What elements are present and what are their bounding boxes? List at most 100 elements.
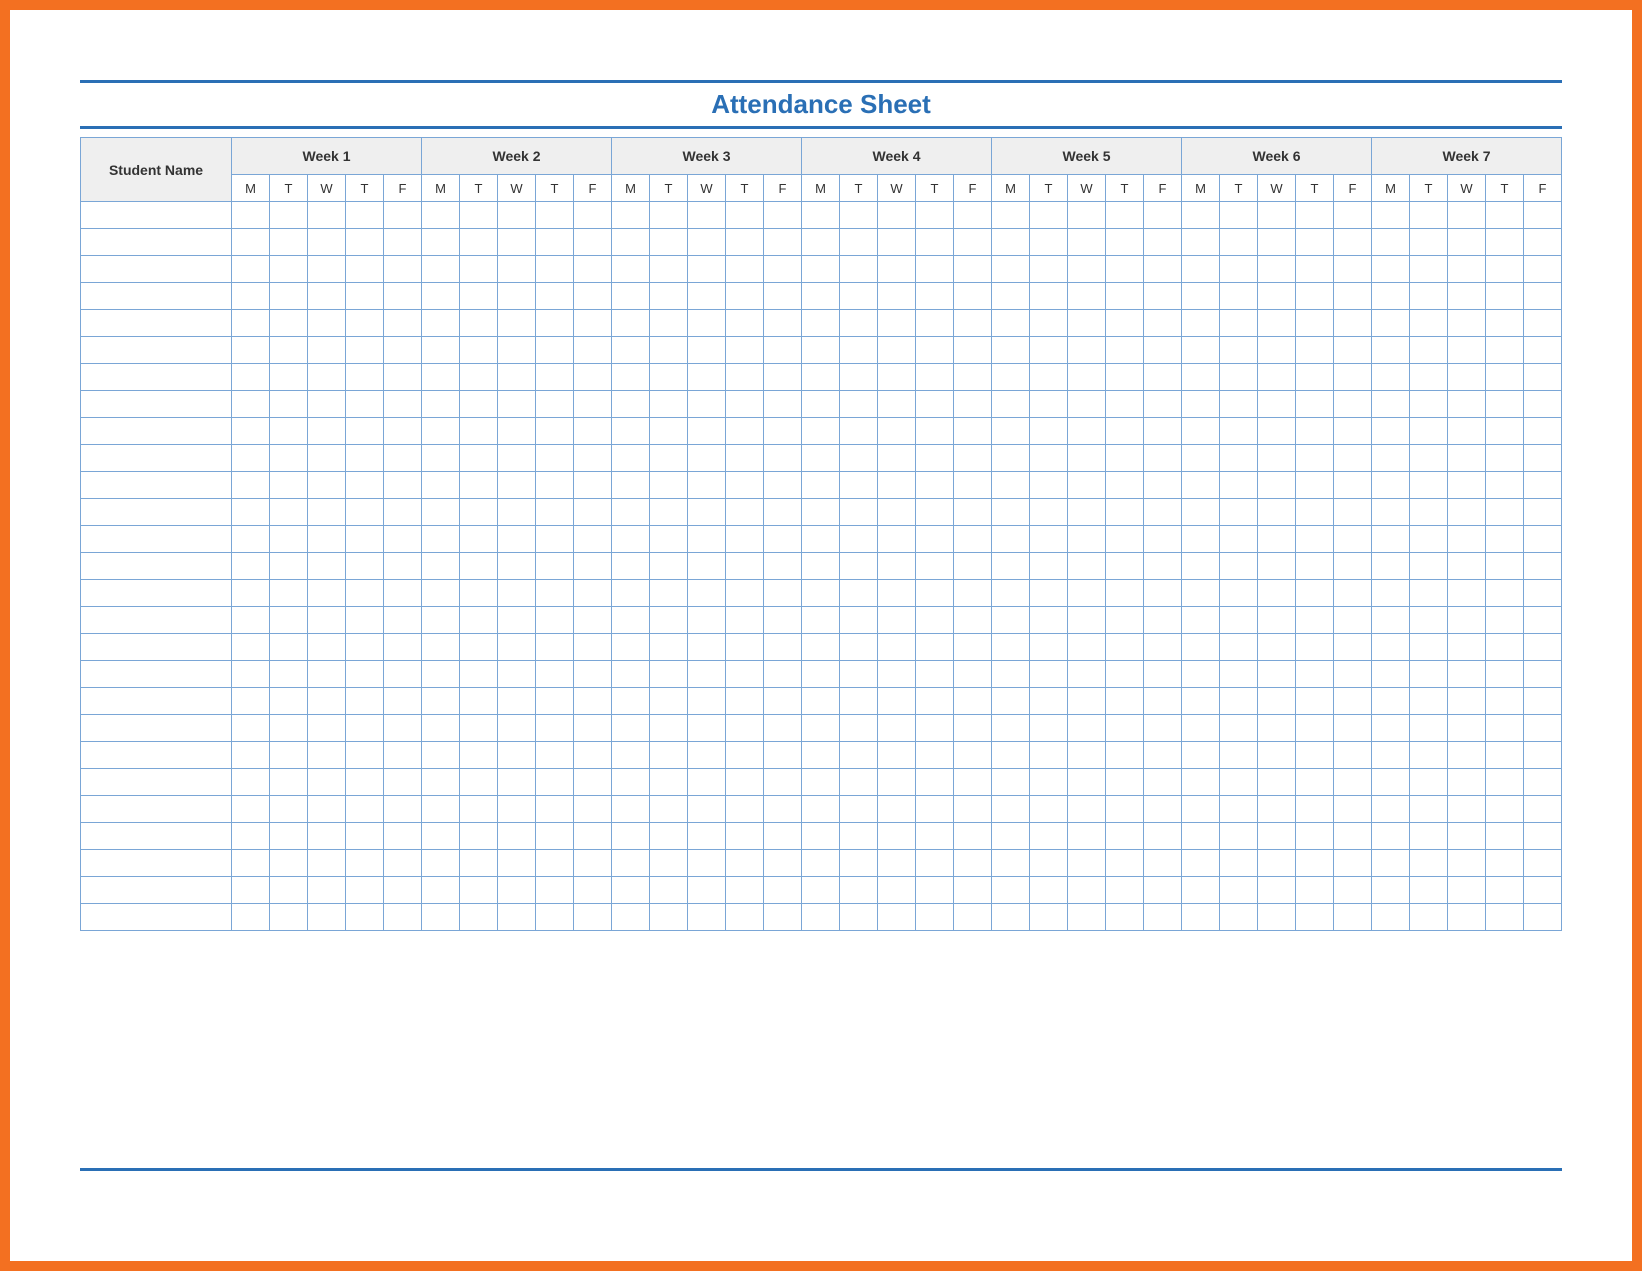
attendance-cell[interactable] (612, 472, 650, 499)
attendance-cell[interactable] (688, 202, 726, 229)
attendance-cell[interactable] (1296, 526, 1334, 553)
attendance-cell[interactable] (1220, 418, 1258, 445)
attendance-cell[interactable] (650, 337, 688, 364)
attendance-cell[interactable] (308, 877, 346, 904)
attendance-cell[interactable] (422, 769, 460, 796)
attendance-cell[interactable] (1182, 229, 1220, 256)
attendance-cell[interactable] (650, 310, 688, 337)
attendance-cell[interactable] (574, 580, 612, 607)
attendance-cell[interactable] (726, 877, 764, 904)
attendance-cell[interactable] (916, 661, 954, 688)
attendance-cell[interactable] (536, 337, 574, 364)
attendance-cell[interactable] (422, 202, 460, 229)
attendance-cell[interactable] (840, 391, 878, 418)
attendance-cell[interactable] (992, 445, 1030, 472)
attendance-cell[interactable] (992, 661, 1030, 688)
attendance-cell[interactable] (1030, 715, 1068, 742)
attendance-cell[interactable] (1220, 877, 1258, 904)
attendance-cell[interactable] (802, 283, 840, 310)
attendance-cell[interactable] (1372, 256, 1410, 283)
attendance-cell[interactable] (802, 445, 840, 472)
attendance-cell[interactable] (612, 526, 650, 553)
attendance-cell[interactable] (346, 742, 384, 769)
attendance-cell[interactable] (840, 526, 878, 553)
attendance-cell[interactable] (498, 526, 536, 553)
attendance-cell[interactable] (498, 634, 536, 661)
attendance-cell[interactable] (346, 202, 384, 229)
attendance-cell[interactable] (536, 580, 574, 607)
attendance-cell[interactable] (1144, 661, 1182, 688)
attendance-cell[interactable] (726, 580, 764, 607)
attendance-cell[interactable] (1296, 202, 1334, 229)
attendance-cell[interactable] (384, 526, 422, 553)
attendance-cell[interactable] (802, 850, 840, 877)
attendance-cell[interactable] (992, 499, 1030, 526)
attendance-cell[interactable] (916, 364, 954, 391)
attendance-cell[interactable] (574, 283, 612, 310)
attendance-cell[interactable] (726, 310, 764, 337)
attendance-cell[interactable] (1486, 256, 1524, 283)
attendance-cell[interactable] (384, 769, 422, 796)
attendance-cell[interactable] (802, 229, 840, 256)
attendance-cell[interactable] (232, 256, 270, 283)
attendance-cell[interactable] (1144, 553, 1182, 580)
attendance-cell[interactable] (384, 877, 422, 904)
attendance-cell[interactable] (1144, 688, 1182, 715)
attendance-cell[interactable] (498, 769, 536, 796)
attendance-cell[interactable] (1334, 256, 1372, 283)
attendance-cell[interactable] (498, 391, 536, 418)
attendance-cell[interactable] (916, 283, 954, 310)
attendance-cell[interactable] (1410, 337, 1448, 364)
attendance-cell[interactable] (916, 256, 954, 283)
attendance-cell[interactable] (1182, 823, 1220, 850)
attendance-cell[interactable] (1486, 850, 1524, 877)
attendance-cell[interactable] (650, 904, 688, 931)
attendance-cell[interactable] (422, 634, 460, 661)
attendance-cell[interactable] (1068, 283, 1106, 310)
attendance-cell[interactable] (612, 850, 650, 877)
attendance-cell[interactable] (992, 364, 1030, 391)
attendance-cell[interactable] (1372, 526, 1410, 553)
attendance-cell[interactable] (1410, 229, 1448, 256)
attendance-cell[interactable] (498, 823, 536, 850)
attendance-cell[interactable] (1448, 283, 1486, 310)
attendance-cell[interactable] (498, 904, 536, 931)
attendance-cell[interactable] (346, 391, 384, 418)
attendance-cell[interactable] (688, 904, 726, 931)
attendance-cell[interactable] (840, 472, 878, 499)
attendance-cell[interactable] (422, 256, 460, 283)
attendance-cell[interactable] (1220, 553, 1258, 580)
attendance-cell[interactable] (764, 580, 802, 607)
attendance-cell[interactable] (916, 553, 954, 580)
attendance-cell[interactable] (802, 580, 840, 607)
attendance-cell[interactable] (650, 607, 688, 634)
attendance-cell[interactable] (1144, 364, 1182, 391)
attendance-cell[interactable] (384, 337, 422, 364)
attendance-cell[interactable] (460, 256, 498, 283)
attendance-cell[interactable] (1220, 769, 1258, 796)
attendance-cell[interactable] (1334, 688, 1372, 715)
attendance-cell[interactable] (992, 202, 1030, 229)
attendance-cell[interactable] (726, 715, 764, 742)
attendance-cell[interactable] (1030, 580, 1068, 607)
attendance-cell[interactable] (992, 580, 1030, 607)
attendance-cell[interactable] (308, 715, 346, 742)
attendance-cell[interactable] (270, 769, 308, 796)
attendance-cell[interactable] (992, 310, 1030, 337)
attendance-cell[interactable] (878, 796, 916, 823)
attendance-cell[interactable] (726, 391, 764, 418)
attendance-cell[interactable] (764, 364, 802, 391)
attendance-cell[interactable] (1030, 877, 1068, 904)
attendance-cell[interactable] (574, 742, 612, 769)
attendance-cell[interactable] (498, 364, 536, 391)
attendance-cell[interactable] (346, 283, 384, 310)
attendance-cell[interactable] (270, 661, 308, 688)
attendance-cell[interactable] (1486, 337, 1524, 364)
attendance-cell[interactable] (232, 715, 270, 742)
student-name-cell[interactable] (81, 256, 232, 283)
attendance-cell[interactable] (688, 634, 726, 661)
attendance-cell[interactable] (1258, 499, 1296, 526)
attendance-cell[interactable] (1372, 769, 1410, 796)
attendance-cell[interactable] (498, 202, 536, 229)
attendance-cell[interactable] (384, 499, 422, 526)
